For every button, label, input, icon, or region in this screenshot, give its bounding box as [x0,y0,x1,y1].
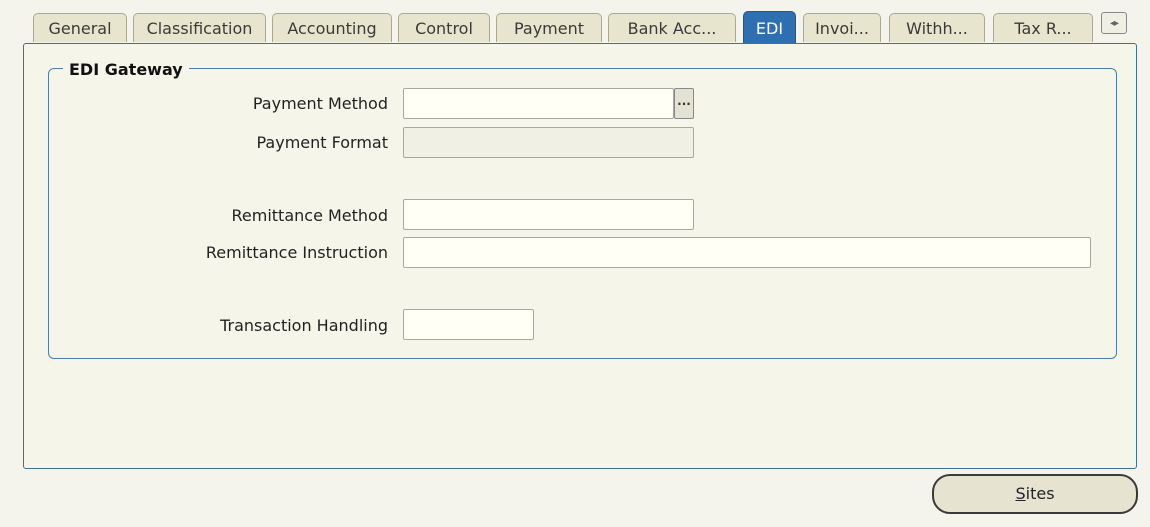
payment-method-field[interactable] [403,88,674,119]
remittance-instruction-field[interactable] [403,237,1091,268]
tab-classification[interactable]: Classification [133,13,266,42]
tab-payment[interactable]: Payment [496,13,602,42]
payment-format-field [403,127,694,158]
tab-control[interactable]: Control [398,13,490,42]
tab-bar: General Classification Accounting Contro… [0,0,1150,44]
sites-button[interactable]: Sites [932,474,1138,514]
sites-button-mnemonic: S [1015,484,1026,503]
payment-method-label: Payment Method [252,94,388,113]
sites-button-label: ites [1025,484,1055,503]
payment-format-label: Payment Format [256,133,388,152]
tab-invoices[interactable]: Invoi... [803,13,881,42]
tab-tax-reporting[interactable]: Tax R... [993,13,1093,42]
tab-bank-accounts[interactable]: Bank Acc... [608,13,736,42]
transaction-handling-field[interactable] [403,309,534,340]
tab-general[interactable]: General [33,13,127,42]
tab-edi[interactable]: EDI [743,11,796,44]
tab-withholding[interactable]: Withh... [889,13,985,42]
remittance-method-label: Remittance Method [231,206,389,225]
remittance-instruction-label: Remittance Instruction [205,243,388,262]
transaction-handling-label: Transaction Handling [220,316,388,335]
tab-scroll-arrows-icon[interactable]: ◂▸ [1101,12,1127,34]
tab-accounting[interactable]: Accounting [272,13,392,42]
list-of-values-button[interactable]: ... [674,88,694,119]
group-title: EDI Gateway [63,60,189,79]
remittance-method-field[interactable] [403,199,694,230]
